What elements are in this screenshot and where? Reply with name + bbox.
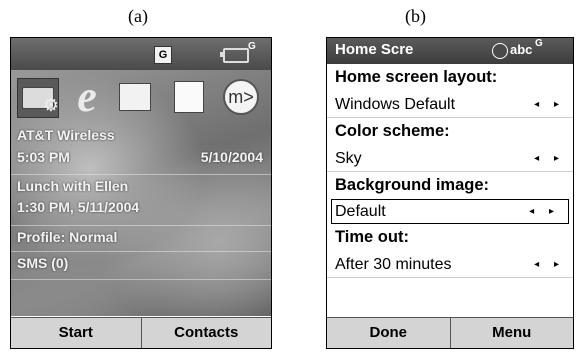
start-softkey[interactable]: Start — [11, 318, 141, 348]
battery-icon — [220, 48, 249, 63]
settings-folder-icon[interactable] — [17, 78, 59, 118]
messenger-icon[interactable]: m> — [221, 78, 261, 116]
time-out-select[interactable]: After 30 minutes ◂ ▸ — [327, 251, 573, 278]
layout-heading: Home screen layout: — [335, 68, 498, 86]
date-label: 5/10/2004 — [200, 149, 263, 165]
globe-icon — [492, 43, 508, 59]
left-right-arrows-icon[interactable]: ◂ ▸ — [534, 251, 565, 278]
color-scheme-select[interactable]: Sky ◂ ▸ — [327, 145, 573, 172]
empty-row — [11, 279, 271, 301]
screen-title: Home Scre — [335, 41, 414, 58]
softkey-bar: Start Contacts — [11, 317, 271, 348]
input-mode-label: abc — [510, 42, 533, 57]
battery-badge: G — [535, 38, 543, 49]
appointment-title[interactable]: Lunch with Ellen — [11, 174, 271, 196]
time-out-value: After 30 minutes — [335, 256, 452, 273]
phone-home-screen-settings: Home Scre abc G Home screen layout: Wind… — [326, 37, 574, 349]
notes-icon[interactable] — [169, 78, 209, 116]
caption-b: (b) — [405, 6, 426, 26]
layout-value: Windows Default — [335, 96, 456, 113]
internet-explorer-icon[interactable]: e — [67, 75, 107, 119]
sms-label[interactable]: SMS (0) — [11, 251, 271, 273]
clock-row[interactable]: 5:03 PM 5/10/2004 — [11, 146, 271, 168]
left-right-arrows-icon[interactable]: ◂ ▸ — [534, 145, 565, 172]
calendar-icon[interactable] — [115, 78, 155, 116]
icon-bar: e m> — [11, 70, 271, 122]
menu-softkey[interactable]: Menu — [449, 318, 574, 348]
background-image-heading: Background image: — [335, 176, 490, 194]
today-background: e m> AT&T Wireless 5:03 PM 5/10/2004 Lun… — [11, 70, 271, 316]
color-scheme-heading: Color scheme: — [335, 122, 450, 140]
time-label: 5:03 PM — [17, 149, 70, 165]
caption-a: (a) — [128, 6, 148, 26]
profile-label[interactable]: Profile: Normal — [11, 225, 271, 247]
done-softkey[interactable]: Done — [327, 318, 450, 348]
background-image-value: Default — [335, 203, 386, 220]
layout-select[interactable]: Windows Default ◂ ▸ — [327, 91, 573, 118]
phone-today-screen: G G e m> AT&T Wireless 5:03 PM 5/10/2004… — [10, 37, 272, 349]
time-out-heading: Time out: — [335, 228, 409, 246]
color-scheme-value: Sky — [335, 150, 362, 167]
title-bar: Home Scre abc G — [327, 38, 573, 64]
left-right-arrows-icon[interactable]: ◂ ▸ — [529, 200, 560, 223]
appointment-time[interactable]: 1:30 PM, 5/11/2004 — [11, 196, 271, 218]
carrier-label[interactable]: AT&T Wireless — [11, 124, 271, 146]
battery-badge: G — [248, 41, 256, 52]
contacts-softkey[interactable]: Contacts — [140, 318, 272, 348]
left-right-arrows-icon[interactable]: ◂ ▸ — [534, 91, 565, 118]
softkey-bar: Done Menu — [327, 317, 573, 348]
background-image-select[interactable]: Default ◂ ▸ — [331, 199, 569, 224]
status-bar: G G — [11, 38, 271, 70]
gprs-signal-icon: G — [154, 46, 172, 64]
